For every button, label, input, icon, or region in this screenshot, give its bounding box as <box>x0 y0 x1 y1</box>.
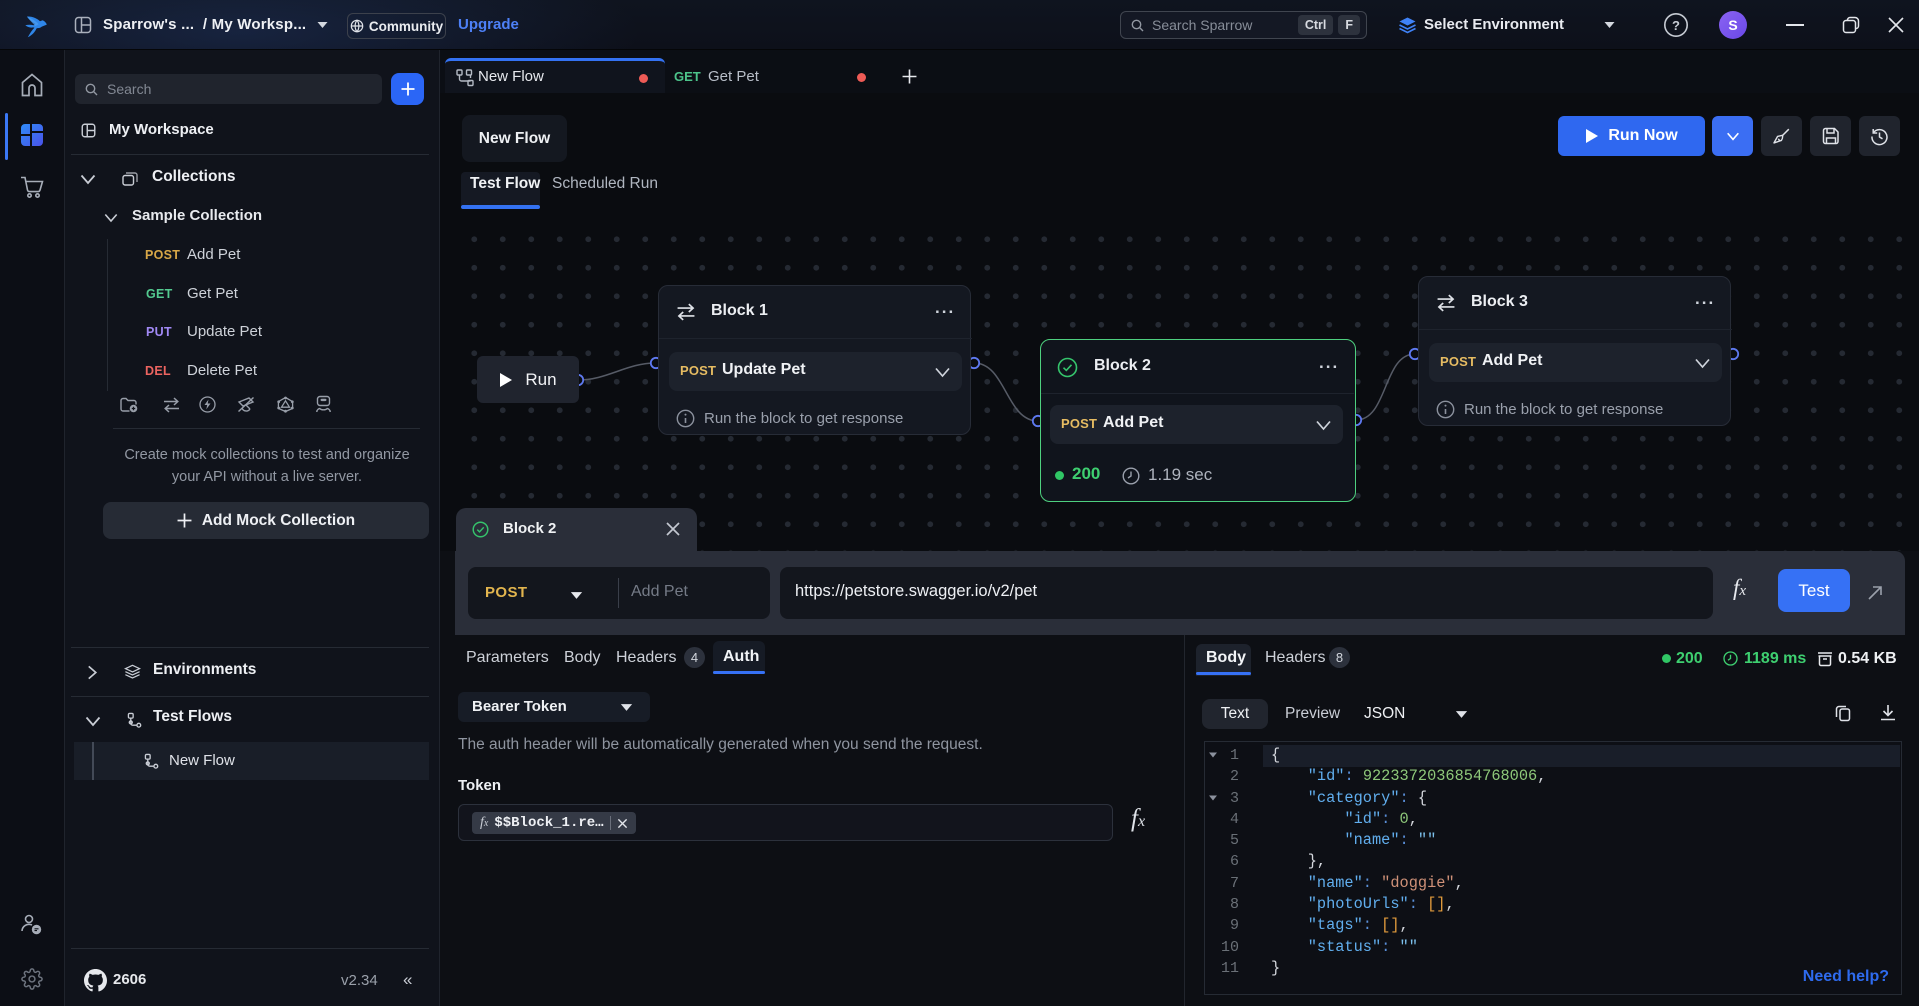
svg-text:?: ? <box>1672 18 1680 33</box>
